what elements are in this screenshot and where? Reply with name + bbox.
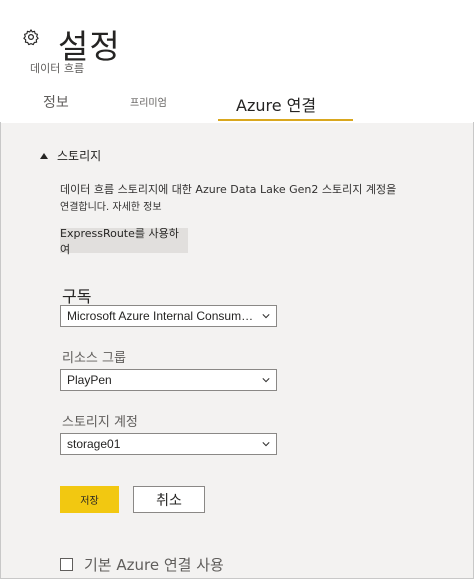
resource-group-label: 리소스 그룹: [62, 351, 126, 366]
storage-section-title: 스토리지: [57, 149, 102, 163]
chevron-down-icon: [262, 378, 270, 383]
default-connection-label: 기본 Azure 연결 사용: [84, 556, 224, 574]
collapse-caret-icon: [40, 152, 48, 159]
storage-account-dropdown[interactable]: storage01: [60, 433, 277, 455]
tab-premium[interactable]: 프리미엄: [130, 94, 167, 109]
expressroute-button[interactable]: ExpressRoute를 사용하여: [60, 227, 188, 256]
gear-icon: [23, 29, 39, 46]
subscription-value: Microsoft Azure Internal Consump...: [67, 309, 256, 323]
more-info-link[interactable]: 자세한 정보: [112, 202, 161, 213]
storage-section-toggle[interactable]: 스토리지: [40, 147, 101, 164]
page-subtitle: 데이터 흐름: [30, 62, 85, 75]
storage-account-label: 스토리지 계정: [62, 415, 138, 430]
storage-description-text: 연결합니다.: [60, 202, 110, 213]
storage-description-line1: 데이터 흐름 스토리지에 대한 Azure Data Lake Gen2 스토리…: [60, 183, 397, 196]
selected-tab-indicator: [218, 119, 353, 121]
storage-description: 데이터 흐름 스토리지에 대한 Azure Data Lake Gen2 스토리…: [60, 181, 460, 217]
subscription-label: 구독: [62, 287, 92, 306]
save-button[interactable]: 저장: [60, 486, 119, 513]
storage-description-line2: 연결합니다. 자세한 정보: [60, 199, 460, 217]
tab-azure-connection[interactable]: Azure 연결: [236, 92, 316, 116]
resource-group-dropdown[interactable]: PlayPen: [60, 369, 277, 391]
settings-header: 설정 데이터 흐름 정보 프리미엄 Azure 연결: [0, 0, 474, 122]
default-connection-checkbox[interactable]: [60, 558, 73, 571]
cancel-button[interactable]: 취소: [133, 486, 205, 513]
subscription-dropdown[interactable]: Microsoft Azure Internal Consump...: [60, 305, 277, 327]
resource-group-value: PlayPen: [67, 373, 112, 387]
default-azure-connection-option[interactable]: 기본 Azure 연결 사용: [60, 554, 224, 575]
chevron-down-icon: [262, 442, 270, 447]
chevron-down-icon: [262, 314, 270, 319]
storage-account-value: storage01: [67, 437, 121, 451]
tab-info[interactable]: 정보: [43, 92, 69, 112]
